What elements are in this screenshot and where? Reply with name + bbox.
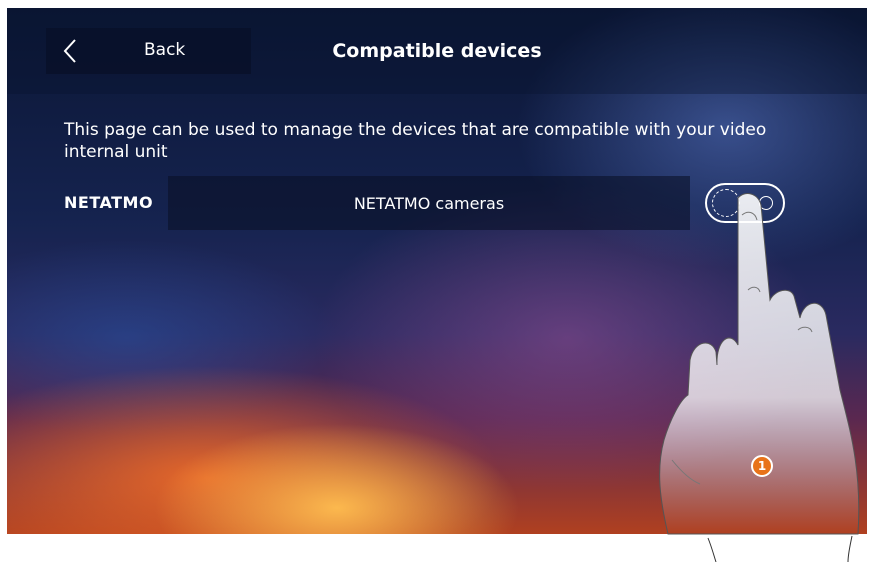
- toggle-knob-off: [712, 189, 740, 217]
- step-badge: 1: [751, 455, 773, 477]
- page-title: Compatible devices: [332, 40, 542, 62]
- device-row: NETATMO cameras: [168, 176, 690, 230]
- netatmo-toggle[interactable]: [705, 183, 785, 223]
- toggle-indicator: [759, 196, 773, 210]
- device-label: NETATMO cameras: [353, 193, 505, 213]
- device-screen: Back Compatible devices This page can be…: [7, 8, 867, 534]
- top-bar: Back Compatible devices: [7, 8, 867, 94]
- netatmo-logo: NETATMO: [64, 193, 154, 212]
- page-description: This page can be used to manage the devi…: [64, 120, 767, 162]
